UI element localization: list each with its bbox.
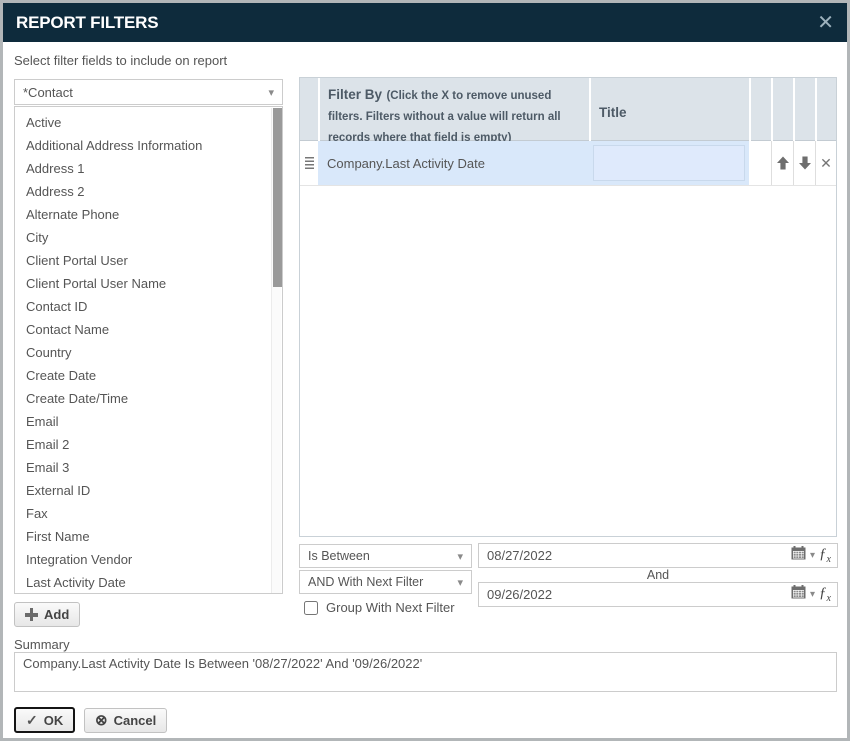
calendar-icon[interactable] <box>791 546 806 565</box>
field-list-item[interactable]: Create Date/Time <box>15 387 282 410</box>
filter-by-header-label: Filter By <box>328 87 382 102</box>
filter-title-input[interactable] <box>593 145 745 181</box>
date-to-field: ▾ ƒx <box>478 582 838 607</box>
filter-row-title-cell <box>589 141 749 185</box>
field-list-item[interactable]: Additional Address Information <box>15 134 282 157</box>
group-checkbox-label: Group With Next Filter <box>326 600 455 615</box>
field-list-item[interactable]: Client Portal User Name <box>15 272 282 295</box>
header-down-col <box>793 78 815 147</box>
field-list-item[interactable]: Create Date <box>15 364 282 387</box>
close-icon[interactable]: ✕ <box>817 13 834 33</box>
move-down-button[interactable] <box>793 141 815 185</box>
field-list-scrollbar[interactable] <box>271 108 281 593</box>
instructions-text: Select filter fields to include on repor… <box>14 53 227 68</box>
field-list-item[interactable]: Active <box>15 111 282 134</box>
field-list-item[interactable]: Contact Name <box>15 318 282 341</box>
field-list: ActiveAdditional Address InformationAddr… <box>14 106 283 594</box>
cancel-button[interactable]: ⊗ Cancel <box>84 708 167 733</box>
add-button[interactable]: Add <box>14 602 80 627</box>
operator-dropdown[interactable]: Is Between ▾ <box>299 544 472 568</box>
field-list-item[interactable]: Email <box>15 410 282 433</box>
field-list-item[interactable]: Client Portal User <box>15 249 282 272</box>
remove-filter-button[interactable]: ✕ <box>815 141 836 185</box>
field-list-item[interactable]: Contact ID <box>15 295 282 318</box>
filter-table: Filter By (Click the X to remove unused … <box>299 77 837 537</box>
field-list-item[interactable]: City <box>15 226 282 249</box>
chevron-down-icon: ▾ <box>268 86 274 99</box>
field-list-item[interactable]: Alternate Phone <box>15 203 282 226</box>
header-up-col <box>771 78 793 147</box>
drag-handle-icon <box>305 157 314 170</box>
category-dropdown[interactable]: *Contact ▾ <box>14 79 283 105</box>
header-filter-by: Filter By (Click the X to remove unused … <box>318 78 589 147</box>
field-list-item[interactable]: Email 2 <box>15 433 282 456</box>
chevron-down-icon[interactable]: ▾ <box>810 550 815 561</box>
header-title: Title <box>589 78 749 147</box>
field-list-item[interactable]: Email 3 <box>15 456 282 479</box>
group-with-next-filter: Group With Next Filter <box>304 600 455 615</box>
formula-fx-icon[interactable]: ƒx <box>819 547 831 565</box>
arrow-down-icon <box>797 155 813 171</box>
row-spacer-cell <box>749 141 771 185</box>
dialog-title: REPORT FILTERS <box>16 13 158 33</box>
field-list-item[interactable]: First Name <box>15 525 282 548</box>
header-spacer-col <box>749 78 771 147</box>
ok-button-label: OK <box>44 713 64 728</box>
cancel-button-label: Cancel <box>114 713 157 728</box>
chevron-down-icon: ▾ <box>457 550 463 563</box>
header-remove-col <box>815 78 836 147</box>
arrow-up-icon <box>775 155 791 171</box>
chevron-down-icon[interactable]: ▾ <box>810 589 815 600</box>
field-list-item[interactable]: Address 2 <box>15 180 282 203</box>
conjunction-dropdown[interactable]: AND With Next Filter ▾ <box>299 570 472 594</box>
move-up-button[interactable] <box>771 141 793 185</box>
header-handle-col <box>300 78 318 147</box>
field-list-item[interactable]: Fax <box>15 502 282 525</box>
plus-icon <box>25 608 38 621</box>
scrollbar-thumb[interactable] <box>273 108 282 287</box>
field-list-item[interactable]: Integration Vendor <box>15 548 282 571</box>
field-list-item[interactable]: Country <box>15 341 282 364</box>
filter-row-field: Company.Last Activity Date <box>318 141 589 185</box>
remove-icon: ✕ <box>820 155 832 172</box>
filter-table-header: Filter By (Click the X to remove unused … <box>300 78 836 141</box>
operator-dropdown-value: Is Between <box>308 549 370 563</box>
ok-button[interactable]: ✓ OK <box>14 707 75 733</box>
drag-handle[interactable] <box>300 141 318 185</box>
date-from-input[interactable] <box>485 547 791 564</box>
formula-fx-icon[interactable]: ƒx <box>819 586 831 604</box>
dialog-titlebar: REPORT FILTERS ✕ <box>3 3 847 42</box>
and-label: And <box>478 568 838 582</box>
date-from-field: ▾ ƒx <box>478 543 838 568</box>
field-list-item[interactable]: Address 1 <box>15 157 282 180</box>
date-to-input[interactable] <box>485 586 791 603</box>
circle-x-icon: ⊗ <box>95 713 108 728</box>
summary-text[interactable]: Company.Last Activity Date Is Between '0… <box>14 652 837 692</box>
calendar-icon[interactable] <box>791 585 806 604</box>
filter-row: Company.Last Activity Date ✕ <box>300 141 836 186</box>
field-list-item[interactable]: External ID <box>15 479 282 502</box>
summary-label: Summary <box>14 637 70 652</box>
conjunction-dropdown-value: AND With Next Filter <box>308 575 423 589</box>
report-filters-dialog: REPORT FILTERS ✕ Select filter fields to… <box>0 0 850 741</box>
field-list-item[interactable]: Last Activity Date <box>15 571 282 594</box>
category-dropdown-value: *Contact <box>23 85 73 100</box>
chevron-down-icon: ▾ <box>457 576 463 589</box>
check-icon: ✓ <box>26 712 38 729</box>
add-button-label: Add <box>44 607 69 622</box>
group-checkbox[interactable] <box>304 601 318 615</box>
